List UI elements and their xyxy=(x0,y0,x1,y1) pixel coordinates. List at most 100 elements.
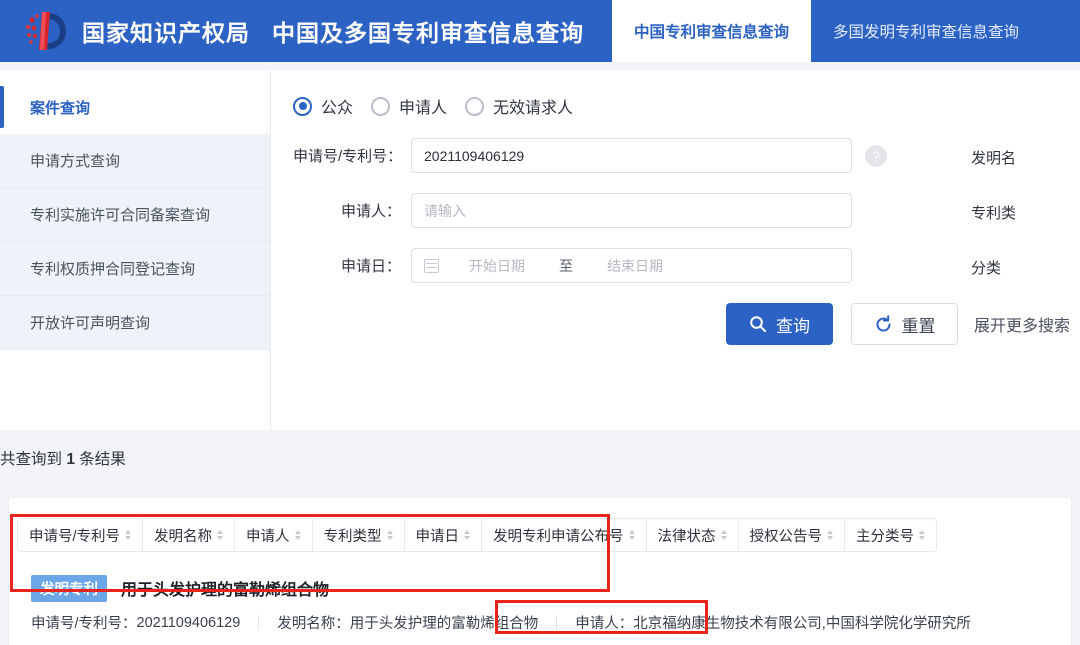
label-applicant: 申请人： xyxy=(340,203,401,220)
sidebar-item-pledge-contract-query[interactable]: 专利权质押合同登记查询 xyxy=(0,242,270,296)
sort-arrows-icon[interactable] xyxy=(217,530,224,540)
field-label: 申请人： xyxy=(575,616,634,632)
column-publication-number[interactable]: 发明专利申请公布号 xyxy=(482,519,647,551)
tab-multinational-patent-review[interactable]: 多国发明专利审查信息查询 xyxy=(811,0,1041,62)
result-count-prefix: 共查询到 xyxy=(0,451,67,468)
column-label: 发明专利申请公布号 xyxy=(493,528,624,545)
label-patent-type: 专利类 xyxy=(971,205,1017,222)
column-application-date[interactable]: 申请日 xyxy=(405,519,483,551)
status-badge: 发明专利 xyxy=(31,574,107,602)
field-value: 用于头发护理的富勒烯组合物 xyxy=(349,616,539,632)
sort-arrows-icon[interactable] xyxy=(294,530,301,540)
sidebar-item-application-method-query[interactable]: 申请方式查询 xyxy=(0,134,270,188)
reset-button[interactable]: 重置 xyxy=(851,303,958,345)
application-number-input[interactable]: 2021109406129 xyxy=(411,138,852,173)
cnipa-logo-icon xyxy=(14,0,76,62)
search-form: 公众 申请人 无效请求人 申请号/专利号： 2021109406129 ? 申请… xyxy=(271,70,1080,430)
column-label: 申请日 xyxy=(415,528,460,545)
site-title: 国家知识产权局 中国及多国专利审查信息查询 xyxy=(82,14,584,48)
label-invention-name: 发明名 xyxy=(971,150,1017,167)
sort-arrows-icon[interactable] xyxy=(827,530,834,540)
app-header: 国家知识产权局 中国及多国专利审查信息查询 中国专利审查信息查询 多国发明专利审查… xyxy=(0,0,1080,62)
search-button[interactable]: 查询 xyxy=(726,303,833,345)
column-label: 主分类号 xyxy=(856,528,915,545)
label-application-number: 申请号/专利号： xyxy=(293,148,403,165)
field-value: 北京福纳康生物技术有限公司,中国科学院化学研究所 xyxy=(633,616,971,632)
user-type-radio-group: 公众 申请人 无效请求人 xyxy=(293,94,1080,118)
form-rows: 申请号/专利号： 2021109406129 ? 申请人： 请输入 申请日： 开… xyxy=(293,138,1080,283)
sort-arrows-icon[interactable] xyxy=(628,530,635,540)
column-patent-type[interactable]: 专利类型 xyxy=(313,519,405,551)
radio-label: 无效请求人 xyxy=(493,100,574,117)
sidebar-item-label: 开放许可声明查询 xyxy=(30,315,151,332)
label-classification-number: 分类 xyxy=(971,260,1002,277)
sort-arrows-icon[interactable] xyxy=(125,530,132,540)
header-tabs: 中国专利审查信息查询 多国发明专利审查信息查询 xyxy=(612,0,1080,62)
column-grant-announcement-number[interactable]: 授权公告号 xyxy=(739,519,846,551)
sort-arrows-icon[interactable] xyxy=(720,530,727,540)
column-label: 专利类型 xyxy=(323,528,382,545)
page-content: 案件查询 申请方式查询 专利实施许可合同备案查询 专利权质押合同登记查询 开放许… xyxy=(0,62,1080,645)
sidebar-item-label: 申请方式查询 xyxy=(30,153,121,170)
result-title[interactable]: 用于头发护理的富勒烯组合物 xyxy=(121,576,329,600)
reset-button-label: 重置 xyxy=(901,316,936,336)
column-applicant[interactable]: 申请人 xyxy=(235,519,313,551)
sidebar-item-label: 案件查询 xyxy=(30,99,91,117)
results-table-header: 申请号/专利号 发明名称 申请人 专利类型 申请日 发明专利申请公布号 法律状态… xyxy=(17,518,938,552)
field-divider xyxy=(258,615,260,630)
sidebar-item-case-query[interactable]: 案件查询 xyxy=(0,80,270,134)
result-row-detail-line-2: 公布号：CN113599307A 授权公告号： 法律状态： 案件状态：驳回等复审… xyxy=(9,639,1071,645)
radio-label: 公众 xyxy=(321,100,354,117)
date-start-placeholder: 开始日期 xyxy=(469,257,525,274)
sidebar: 案件查询 申请方式查询 专利实施许可合同备案查询 专利权质押合同登记查询 开放许… xyxy=(0,70,271,430)
sort-arrows-icon[interactable] xyxy=(464,530,471,540)
radio-label: 申请人 xyxy=(399,100,448,117)
form-row-application-number: 申请号/专利号： 2021109406129 ? xyxy=(293,138,1080,173)
radio-applicant[interactable]: 申请人 xyxy=(371,94,447,118)
result-count-suffix: 条结果 xyxy=(74,451,126,468)
result-count-value: 1 xyxy=(66,451,75,468)
column-legal-status[interactable]: 法律状态 xyxy=(647,519,739,551)
sort-arrows-icon[interactable] xyxy=(386,530,393,540)
field-invention-name: 发明名称： 用于头发护理的富勒烯组合物 xyxy=(277,612,538,633)
field-applicant: 申请人： 北京福纳康生物技术有限公司,中国科学院化学研究所 xyxy=(575,612,971,633)
application-date-range-input[interactable]: 开始日期 至 结束日期 xyxy=(411,248,852,283)
sidebar-item-label: 专利权质押合同登记查询 xyxy=(30,261,196,278)
field-value: 2021109406129 xyxy=(136,614,241,631)
sidebar-item-license-contract-query[interactable]: 专利实施许可合同备案查询 xyxy=(0,188,270,242)
search-icon xyxy=(749,315,767,333)
table-row[interactable]: 发明专利 用于头发护理的富勒烯组合物 申请号/专利号： 2021109406129… xyxy=(9,570,1071,645)
radio-invalidation-requester[interactable]: 无效请求人 xyxy=(465,94,573,118)
label-application-date: 申请日： xyxy=(340,258,401,275)
radio-dot-icon xyxy=(371,96,391,116)
form-row-application-date: 申请日： 开始日期 至 结束日期 xyxy=(293,248,1080,283)
form-action-buttons: 查询 重置 展开更多搜索 xyxy=(726,303,1070,345)
question-circle-icon[interactable]: ? xyxy=(865,144,887,167)
radio-dot-icon xyxy=(293,96,312,116)
date-range-separator: 至 xyxy=(559,257,573,274)
refresh-icon xyxy=(874,314,893,334)
field-label: 发明名称： xyxy=(277,616,350,632)
column-application-number[interactable]: 申请号/专利号 xyxy=(18,519,144,551)
column-main-classification-number[interactable]: 主分类号 xyxy=(845,519,936,551)
results-card: 申请号/专利号 发明名称 申请人 专利类型 申请日 发明专利申请公布号 法律状态… xyxy=(8,497,1072,645)
column-label: 申请号/专利号 xyxy=(29,528,121,545)
search-button-label: 查询 xyxy=(776,316,810,336)
column-label: 授权公告号 xyxy=(749,528,823,545)
column-label: 发明名称 xyxy=(154,528,213,545)
expand-more-search-link[interactable]: 展开更多搜索 xyxy=(974,312,1070,336)
form-row-applicant: 申请人： 请输入 xyxy=(293,193,1080,228)
result-count: 共查询到 1 条结果 xyxy=(0,447,126,469)
applicant-input[interactable]: 请输入 xyxy=(411,193,852,228)
sidebar-item-open-license-query[interactable]: 开放许可声明查询 xyxy=(0,296,270,350)
field-application-number: 申请号/专利号： 2021109406129 xyxy=(31,612,240,633)
right-column-labels: 发明名 专利类 分类 xyxy=(971,140,1016,305)
column-invention-name[interactable]: 发明名称 xyxy=(143,519,236,551)
result-row-title-line: 发明专利 用于头发护理的富勒烯组合物 xyxy=(9,570,1071,606)
sort-arrows-icon[interactable] xyxy=(919,530,926,540)
calendar-icon xyxy=(424,258,439,273)
result-row-detail-line-1: 申请号/专利号： 2021109406129 发明名称： 用于头发护理的富勒烯组合物… xyxy=(9,606,1071,639)
radio-public[interactable]: 公众 xyxy=(293,94,353,118)
tab-china-patent-review[interactable]: 中国专利审查信息查询 xyxy=(612,0,812,62)
sidebar-item-label: 专利实施许可合同备案查询 xyxy=(30,207,211,224)
